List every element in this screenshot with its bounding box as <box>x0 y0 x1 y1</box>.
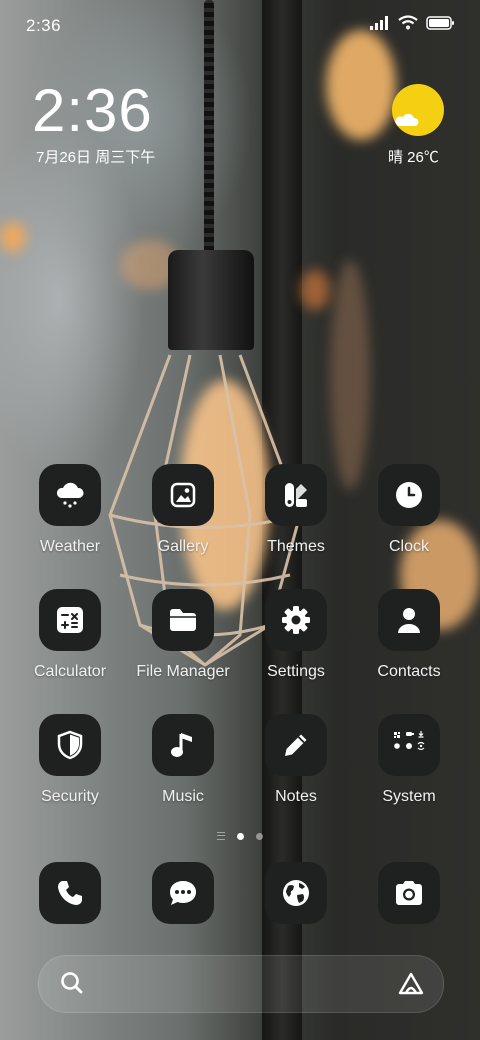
dock-messages[interactable] <box>128 862 238 924</box>
clock-time[interactable]: 2:36 <box>32 76 153 145</box>
app-icon[interactable] <box>378 589 440 651</box>
app-icon[interactable] <box>378 464 440 526</box>
folder-icon <box>170 609 196 631</box>
app-security[interactable]: Security <box>15 714 125 806</box>
app-clock[interactable]: Clock <box>354 464 464 556</box>
phone-icon <box>58 881 82 905</box>
app-label: Weather <box>39 538 101 555</box>
app-icon[interactable] <box>378 714 440 776</box>
app-label: Contacts <box>377 663 441 680</box>
app-calculator[interactable]: Calculator <box>15 589 125 681</box>
app-gallery[interactable]: Gallery <box>128 464 238 556</box>
app-file-manager[interactable]: File Manager <box>128 589 238 681</box>
wallpaper-light-glow <box>0 222 26 252</box>
app-label: Calculator <box>33 663 107 680</box>
calculator-icon <box>57 607 83 633</box>
app-label: System <box>382 788 436 805</box>
app-icon[interactable] <box>265 862 327 924</box>
app-icon[interactable] <box>265 589 327 651</box>
pencil-icon <box>285 734 307 756</box>
app-icon[interactable] <box>39 464 101 526</box>
app-icon[interactable] <box>378 862 440 924</box>
app-icon[interactable] <box>39 714 101 776</box>
app-icon[interactable] <box>152 862 214 924</box>
app-label: Gallery <box>157 538 209 555</box>
clock-date: 7月26日 周三下午 <box>36 149 156 166</box>
search-icon[interactable] <box>59 970 85 996</box>
assistant-icon[interactable] <box>397 971 425 997</box>
app-icon[interactable] <box>39 589 101 651</box>
signal-icon <box>370 15 388 30</box>
app-settings[interactable]: Settings <box>241 589 351 681</box>
themes-icon <box>285 483 307 507</box>
app-icon[interactable] <box>152 464 214 526</box>
gear-icon <box>282 606 310 634</box>
wallpaper-light-glow <box>300 270 330 310</box>
app-icon[interactable] <box>265 464 327 526</box>
app-label: Music <box>162 788 204 805</box>
app-system[interactable]: System <box>354 714 464 806</box>
clock-icon <box>396 482 422 508</box>
app-icon[interactable] <box>265 714 327 776</box>
cloud-icon <box>395 113 419 126</box>
app-label: Settings <box>267 663 325 680</box>
status-time: 2:36 <box>26 16 62 35</box>
shield-icon <box>57 730 83 760</box>
app-themes[interactable]: Themes <box>241 464 351 556</box>
app-icon[interactable] <box>152 589 214 651</box>
app-label: Themes <box>267 538 325 555</box>
dock-browser[interactable] <box>241 862 351 924</box>
message-icon <box>170 881 196 905</box>
page-dot-active[interactable] <box>237 832 244 840</box>
gallery-icon <box>170 482 196 508</box>
app-label: Notes <box>275 788 317 805</box>
wallpaper-light-glow <box>330 260 370 490</box>
app-contacts[interactable]: Contacts <box>354 589 464 681</box>
status-icons <box>370 15 454 30</box>
dock-phone[interactable] <box>15 862 125 924</box>
search-bar[interactable] <box>38 955 444 1013</box>
wallpaper-socket <box>168 250 254 350</box>
wifi-icon <box>398 15 418 30</box>
app-icon[interactable] <box>152 714 214 776</box>
page-dot[interactable] <box>256 832 263 840</box>
weather-text: 晴 26℃ <box>388 149 439 166</box>
camera-icon <box>396 881 422 905</box>
app-music[interactable]: Music <box>128 714 238 806</box>
status-bar: 2:36 <box>0 0 480 50</box>
app-label: File Manager <box>136 663 230 680</box>
dock-camera[interactable] <box>354 862 464 924</box>
music-note-icon <box>171 733 192 757</box>
sun-icon <box>392 84 444 136</box>
app-label: Clock <box>388 538 429 555</box>
system-folder-icon <box>394 731 425 751</box>
battery-icon <box>426 15 454 30</box>
weather-cloud-icon <box>56 482 84 508</box>
app-notes[interactable]: Notes <box>241 714 351 806</box>
page-indicator[interactable] <box>0 830 480 842</box>
globe-icon <box>283 880 309 906</box>
app-weather[interactable]: Weather <box>15 464 125 556</box>
app-icon[interactable] <box>39 862 101 924</box>
contact-icon <box>398 608 420 633</box>
app-label: Security <box>41 788 99 805</box>
list-view-indicator[interactable] <box>217 832 225 840</box>
